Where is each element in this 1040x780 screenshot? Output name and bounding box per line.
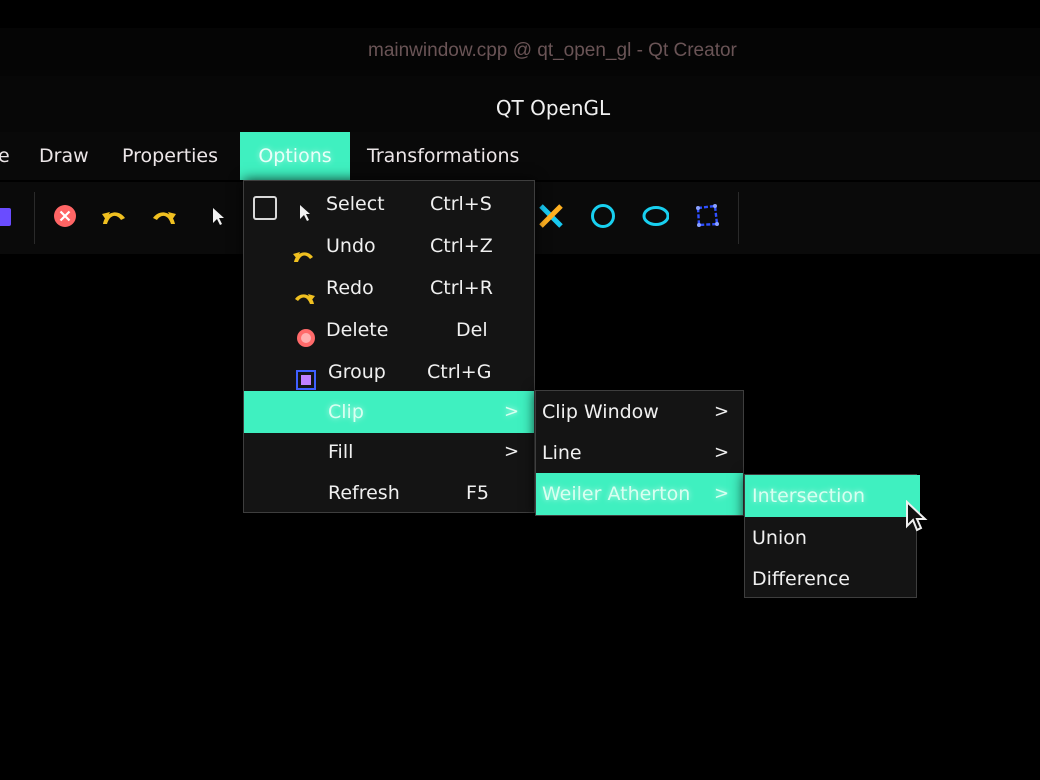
menu-item-clip-window[interactable]: Clip Window > [536, 391, 743, 433]
menu-item-difference[interactable]: Difference [745, 558, 916, 600]
mouse-cursor-icon [905, 499, 929, 538]
menu-item-shortcut: Ctrl+S [430, 193, 492, 215]
menu-item-shortcut: F5 [466, 482, 490, 504]
menu-item-label: Clip [328, 401, 364, 423]
menu-item-delete[interactable]: Delete Del [244, 309, 534, 351]
outer-window-title: mainwindow.cpp @ qt_open_gl - Qt Creator [368, 40, 737, 61]
window-title: QT OpenGL [495, 96, 611, 120]
chevron-right-icon: > [504, 401, 520, 422]
clip-submenu: Clip Window > Line > Weiler Atherton > [535, 390, 744, 516]
menu-item-label: Fill [328, 441, 354, 463]
delete-icon [296, 321, 315, 347]
menu-file-partial[interactable]: e [0, 132, 10, 180]
chevron-right-icon: > [504, 441, 520, 462]
menu-item-shortcut: Ctrl+R [430, 277, 493, 299]
menu-item-label: Intersection [752, 485, 866, 507]
menu-item-shortcut: Del [456, 319, 488, 341]
select-arrow-icon[interactable] [204, 202, 232, 230]
circle-icon[interactable] [589, 202, 617, 230]
menu-item-refresh[interactable]: Refresh F5 [244, 472, 534, 514]
checkbox-icon[interactable] [253, 193, 277, 220]
menu-draw[interactable]: Draw [39, 132, 89, 180]
menu-item-union[interactable]: Union [745, 517, 916, 559]
menu-item-label: Select [326, 193, 385, 215]
redo-icon [292, 279, 316, 304]
weiler-atherton-submenu: Intersection Union Difference [744, 474, 920, 600]
palette-icon[interactable] [0, 202, 14, 230]
ellipse-icon[interactable] [641, 202, 669, 230]
menu-item-label: Weiler Atherton [542, 483, 691, 505]
select-arrow-icon [298, 195, 316, 221]
menu-item-redo[interactable]: Redo Ctrl+R [244, 267, 534, 309]
redo-icon[interactable] [150, 202, 178, 230]
delete-icon[interactable] [51, 202, 79, 230]
chevron-right-icon: > [714, 401, 730, 422]
options-menu: Select Ctrl+S Undo Ctrl+Z Redo Ctrl+R De… [243, 180, 535, 513]
menu-item-label: Line [542, 442, 582, 464]
menu-item-label: Clip Window [542, 401, 659, 423]
menu-item-undo[interactable]: Undo Ctrl+Z [244, 225, 534, 267]
menu-item-clip[interactable]: Clip > [244, 391, 534, 433]
menu-item-fill[interactable]: Fill > [244, 431, 534, 473]
menu-transformations[interactable]: Transformations [367, 132, 519, 180]
menu-item-intersection[interactable]: Intersection [745, 475, 920, 517]
menu-item-label: Redo [326, 277, 374, 299]
menu-item-label: Union [752, 527, 807, 549]
menu-item-shortcut: Ctrl+Z [430, 235, 493, 257]
menu-item-label: Undo [326, 235, 376, 257]
window-title-bar: QT OpenGL [0, 76, 1040, 132]
menu-properties[interactable]: Properties [122, 132, 218, 180]
menu-bar: e Draw Properties Options Transformation… [0, 132, 1040, 180]
toolbar-separator [34, 192, 35, 244]
menu-item-label: Refresh [328, 482, 400, 504]
group-icon [296, 363, 316, 390]
chevron-right-icon: > [714, 442, 730, 463]
menu-item-shortcut: Ctrl+G [427, 361, 492, 383]
menu-options[interactable]: Options [240, 132, 350, 180]
toolbar-separator [738, 192, 739, 244]
clip-x-icon[interactable] [537, 202, 565, 230]
menu-item-weiler-atherton[interactable]: Weiler Atherton > [536, 473, 743, 515]
menu-item-group[interactable]: Group Ctrl+G [244, 351, 534, 393]
undo-icon[interactable] [100, 202, 128, 230]
menu-item-line[interactable]: Line > [536, 432, 743, 474]
undo-icon [292, 237, 316, 262]
menu-item-label: Difference [752, 568, 850, 590]
outer-window-title-bar: mainwindow.cpp @ qt_open_gl - Qt Creator [0, 28, 1040, 76]
polygon-icon[interactable] [693, 202, 721, 230]
menu-item-label: Delete [326, 319, 389, 341]
menu-item-select[interactable]: Select Ctrl+S [244, 183, 534, 225]
menu-item-label: Group [328, 361, 386, 383]
chevron-right-icon: > [714, 483, 730, 504]
